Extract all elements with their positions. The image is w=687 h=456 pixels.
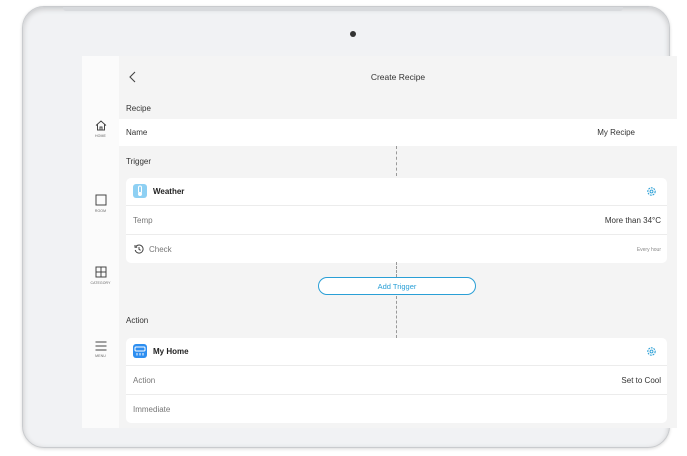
trigger-check-row[interactable]: Check Every hour [126, 235, 667, 263]
room-icon [95, 194, 106, 206]
air-conditioner-icon [133, 344, 147, 358]
trigger-card-header[interactable]: Weather [126, 178, 667, 206]
gear-icon[interactable] [646, 346, 657, 357]
connector-line [396, 146, 397, 176]
recipe-name-label: Name [126, 128, 148, 137]
tablet-frame: HOME ROOM CATEGORY MENU Create Recipe Re… [22, 6, 677, 448]
connector-line [396, 296, 397, 338]
trigger-temp-label: Temp [133, 216, 153, 225]
section-recipe-heading: Recipe [126, 104, 151, 113]
sidebar-item-menu[interactable]: MENU [82, 341, 119, 358]
action-card-header[interactable]: My Home [126, 338, 667, 366]
sidebar-item-label: MENU [95, 354, 106, 358]
category-icon [95, 266, 106, 278]
main-content: Create Recipe Recipe Name My Recipe Trig… [119, 56, 677, 428]
sidebar-item-label: CATEGORY [90, 281, 111, 285]
trigger-temp-row[interactable]: Temp More than 34°C [126, 206, 667, 235]
screen: HOME ROOM CATEGORY MENU Create Recipe Re… [82, 56, 677, 428]
sidebar-item-category[interactable]: CATEGORY [82, 266, 119, 285]
device-top-edge [63, 7, 623, 11]
section-action-heading: Action [126, 316, 149, 325]
connector-line [396, 262, 397, 277]
thermometer-icon [133, 184, 147, 198]
action-card: My Home Action Set to Cool Immediate [126, 338, 667, 423]
action-timing-label: Immediate [133, 405, 171, 414]
history-icon [134, 244, 144, 254]
menu-icon [95, 341, 106, 351]
recipe-name-value: My Recipe [597, 128, 635, 137]
camera-dot [350, 31, 356, 37]
action-card-title: My Home [153, 347, 189, 356]
sidebar-item-room[interactable]: ROOM [82, 194, 119, 213]
section-trigger-heading: Trigger [126, 157, 152, 166]
action-row[interactable]: Action Set to Cool [126, 366, 667, 395]
home-icon [95, 120, 106, 131]
recipe-name-row[interactable]: Name My Recipe [119, 119, 677, 146]
trigger-temp-value: More than 34°C [604, 216, 661, 225]
trigger-check-value: Every hour [636, 247, 661, 253]
sidebar: HOME ROOM CATEGORY MENU [82, 56, 119, 428]
sidebar-item-label: ROOM [94, 209, 107, 213]
action-label: Action [133, 376, 156, 385]
trigger-check-label: Check [149, 245, 172, 254]
action-timing-row[interactable]: Immediate [126, 395, 667, 423]
page-title: Create Recipe [370, 72, 426, 82]
sidebar-item-home[interactable]: HOME [82, 120, 119, 138]
trigger-card-title: Weather [153, 187, 185, 196]
action-value: Set to Cool [621, 376, 661, 385]
trigger-card: Weather Temp More than 34°C Check Every … [126, 178, 667, 263]
sidebar-item-label: HOME [95, 134, 106, 138]
add-trigger-button[interactable]: Add Trigger [318, 277, 476, 295]
gear-icon[interactable] [646, 186, 657, 197]
